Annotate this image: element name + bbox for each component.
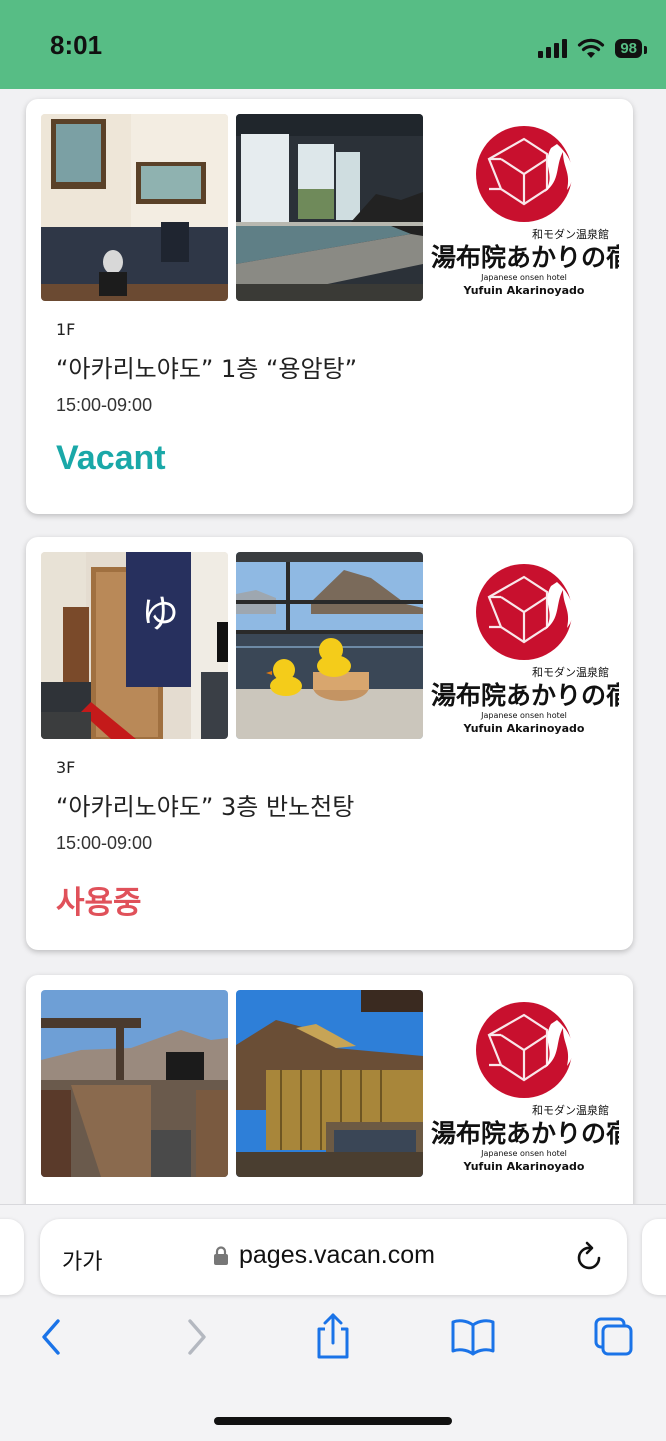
logo-tagline: 和モダン温泉館 xyxy=(532,665,609,679)
logo-subtitle: Japanese onsen hotel xyxy=(480,273,567,282)
facility-card-3f[interactable]: ゆ 和モダン温泉館 湯布院あかりの宿 Japanese onsen hotel … xyxy=(26,537,633,950)
address-bar[interactable]: 가가 pages.vacan.com xyxy=(40,1219,627,1295)
facility-name: “아카리노야도” 1층 “용암탕” xyxy=(56,355,358,383)
logo-name-en: Yufuin Akarinoyado xyxy=(463,1160,585,1173)
opening-hours: 15:00-09:00 xyxy=(56,395,153,415)
text-size-button[interactable]: 가가 xyxy=(62,1244,102,1276)
reload-icon[interactable] xyxy=(575,1241,605,1273)
back-icon[interactable] xyxy=(38,1317,66,1357)
url-text: pages.vacan.com xyxy=(239,1241,435,1269)
battery-icon: 98 xyxy=(615,38,647,58)
tabs-icon[interactable] xyxy=(592,1315,634,1359)
status-icons: 98 xyxy=(538,36,647,60)
hotel-logo: 和モダン温泉館 湯布院あかりの宿 Japanese onsen hotel Yu… xyxy=(429,114,619,301)
home-indicator xyxy=(214,1417,452,1425)
facility-card-1f[interactable]: 和モダン温泉館 湯布院あかりの宿 Japanese onsen hotel Yu… xyxy=(26,99,633,514)
logo-subtitle: Japanese onsen hotel xyxy=(480,1149,567,1158)
logo-name-jp: 湯布院あかりの宿 xyxy=(431,243,619,272)
next-tab-preview[interactable] xyxy=(642,1219,666,1295)
forward-icon[interactable] xyxy=(182,1317,210,1357)
bookmarks-icon[interactable] xyxy=(450,1317,496,1357)
svg-text:ゆ: ゆ xyxy=(141,592,179,636)
previous-tab-preview[interactable] xyxy=(0,1219,24,1295)
status-bar: 8:01 98 xyxy=(0,0,666,89)
logo-tagline: 和モダン温泉館 xyxy=(532,227,609,241)
logo-subtitle: Japanese onsen hotel xyxy=(480,711,567,720)
logo-name-jp: 湯布院あかりの宿 xyxy=(431,681,619,710)
facility-name: “아카리노야도” 3층 반노천탕 xyxy=(56,793,355,821)
vacancy-status: 사용중 xyxy=(56,885,142,921)
clock: 8:01 xyxy=(50,30,103,60)
facility-photo-bath xyxy=(236,114,423,301)
facility-list[interactable]: 和モダン温泉館 湯布院あかりの宿 Japanese onsen hotel Yu… xyxy=(0,89,666,1204)
floor-label: 1F xyxy=(56,320,76,339)
share-icon[interactable] xyxy=(313,1311,353,1361)
logo-name-en: Yufuin Akarinoyado xyxy=(463,284,585,297)
facility-photo-lobby xyxy=(41,114,228,301)
vacancy-status: Vacant xyxy=(56,439,166,477)
url-display[interactable]: pages.vacan.com xyxy=(213,1241,435,1270)
signal-icon xyxy=(538,38,568,58)
facility-photo-entrance: ゆ xyxy=(41,552,228,739)
facility-photo-terrace xyxy=(41,990,228,1177)
facility-card-3[interactable]: 和モダン温泉館 湯布院あかりの宿 Japanese onsen hotel Yu… xyxy=(26,975,633,1204)
wifi-icon xyxy=(578,38,605,58)
logo-tagline: 和モダン温泉館 xyxy=(532,1103,609,1117)
hotel-logo: 和モダン温泉館 湯布院あかりの宿 Japanese onsen hotel Yu… xyxy=(429,990,619,1177)
lock-icon xyxy=(214,1245,228,1265)
facility-photo-open-air-bath xyxy=(236,552,423,739)
logo-name-jp: 湯布院あかりの宿 xyxy=(431,1119,619,1148)
browser-nav-bar xyxy=(0,1313,666,1367)
facility-photo-wooden-bath xyxy=(236,990,423,1177)
opening-hours: 15:00-09:00 xyxy=(56,833,153,853)
floor-label: 3F xyxy=(56,758,76,777)
hotel-logo: 和モダン温泉館 湯布院あかりの宿 Japanese onsen hotel Yu… xyxy=(429,552,619,739)
logo-name-en: Yufuin Akarinoyado xyxy=(463,722,585,735)
browser-toolbar: 가가 pages.vacan.com xyxy=(0,1204,666,1441)
